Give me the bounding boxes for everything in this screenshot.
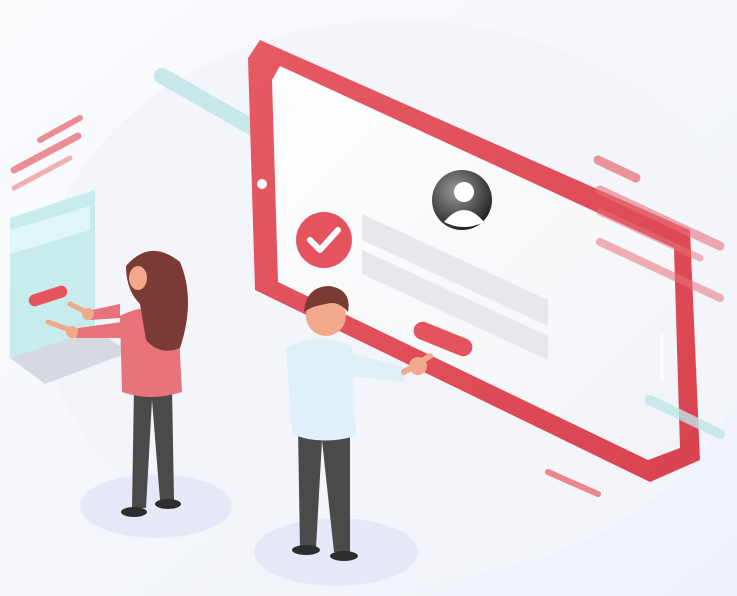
illustration	[0, 0, 737, 596]
user-avatar-icon	[432, 170, 492, 230]
woman-shadow	[80, 474, 232, 538]
camera-dot	[257, 179, 267, 189]
check-icon	[296, 212, 352, 268]
